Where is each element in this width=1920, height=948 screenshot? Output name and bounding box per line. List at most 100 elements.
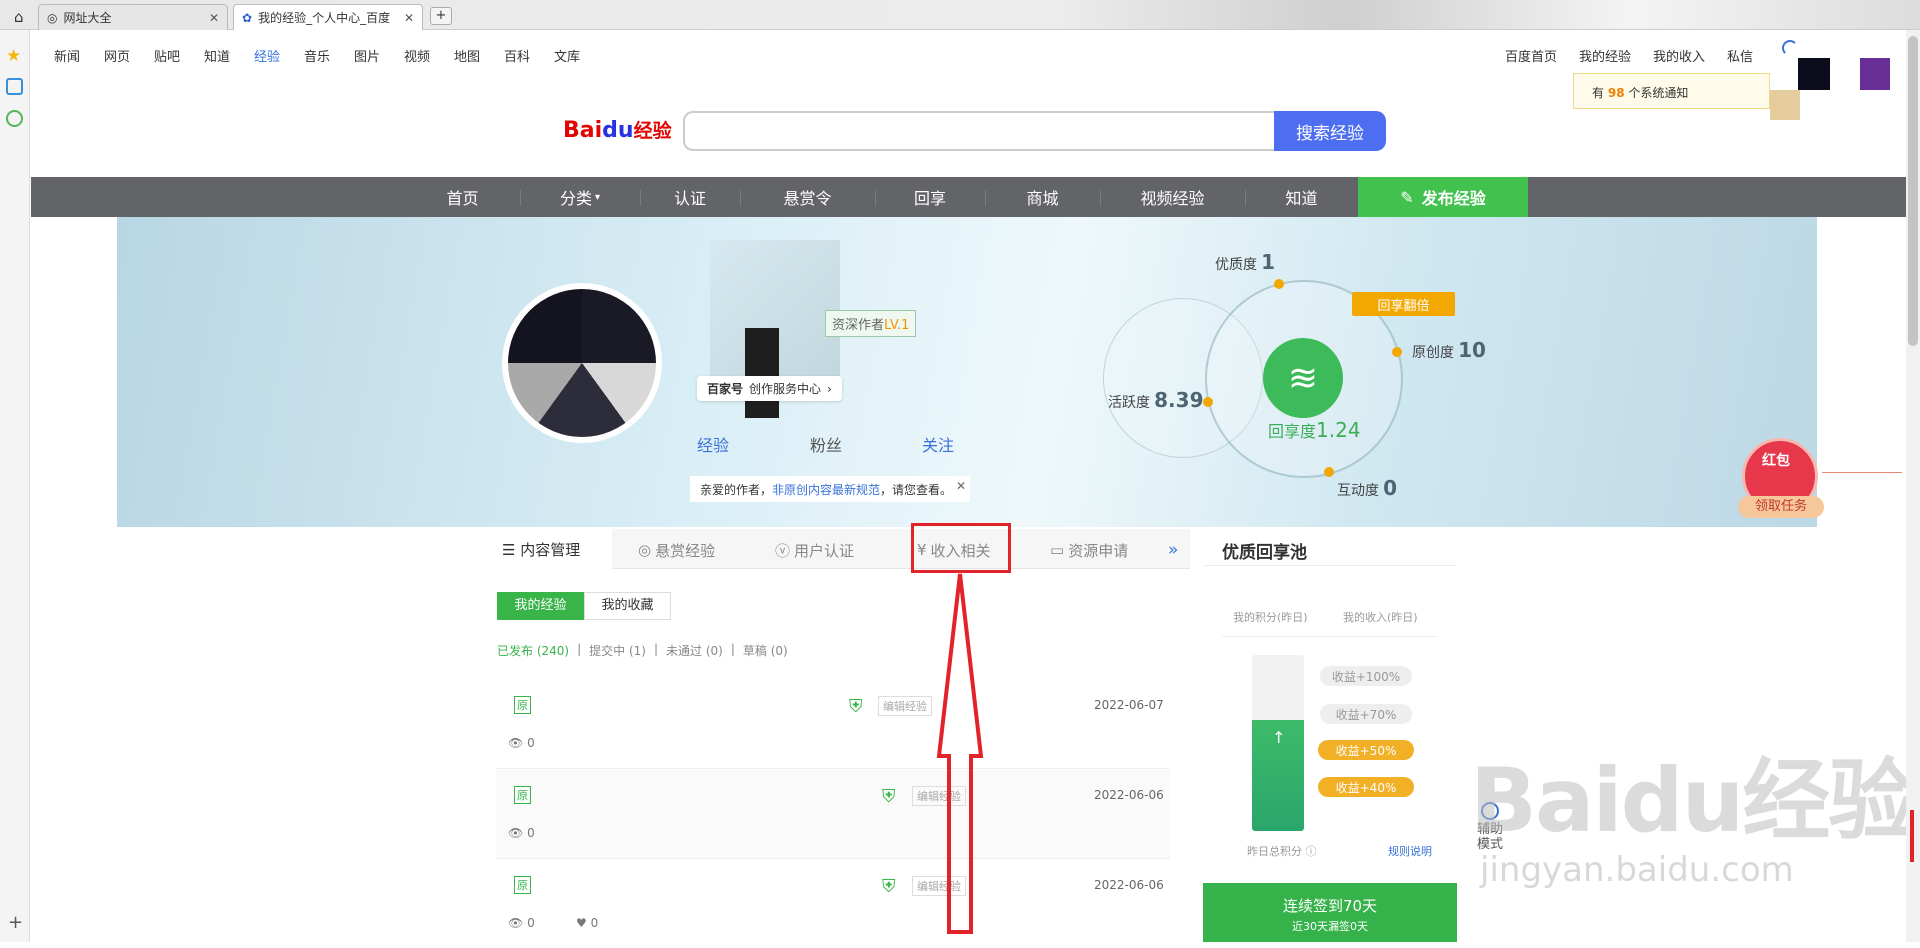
list-item[interactable]: 原 ⛨ 编辑经验 2022-06-06 👁 0 xyxy=(496,770,1170,858)
original-tag: 原 xyxy=(514,786,531,804)
filter-divider: | xyxy=(653,642,659,656)
nav-map[interactable]: 地图 xyxy=(454,46,504,65)
quality-label: 优质度 xyxy=(1215,257,1257,273)
mainnav-share[interactable]: 回享 xyxy=(875,177,985,217)
tab-text: 悬赏经验 xyxy=(655,541,716,560)
search-button[interactable]: 搜索经验 xyxy=(1274,111,1386,151)
close-icon[interactable]: ✕ xyxy=(209,11,219,25)
menu-block[interactable] xyxy=(1860,58,1890,90)
avatar[interactable] xyxy=(502,283,662,443)
pen-icon: ✎ xyxy=(1400,187,1414,207)
activity-value: 8.39 xyxy=(1154,388,1204,412)
nav-music[interactable]: 音乐 xyxy=(304,46,354,65)
filter-published[interactable]: 已发布 (240) xyxy=(497,642,569,659)
nav-news[interactable]: 新闻 xyxy=(54,46,104,65)
signin-button[interactable]: 连续签到70天 近30天漏签0天 xyxy=(1203,883,1457,942)
mainnav-home[interactable]: 首页 xyxy=(405,177,520,217)
experience-link[interactable]: 经验 xyxy=(697,432,729,456)
nav-zhidao[interactable]: 知道 xyxy=(204,46,254,65)
layers-icon[interactable]: ≋ xyxy=(1263,338,1343,418)
tab-content-management[interactable]: ☰ 内容管理 xyxy=(478,529,612,569)
filter-rejected[interactable]: 未通过 (0) xyxy=(666,642,723,659)
redpacket-line xyxy=(1822,472,1902,473)
new-tab-button[interactable]: + xyxy=(430,7,452,25)
filter-draft[interactable]: 草稿 (0) xyxy=(743,642,788,659)
chevron-down-icon: ▾ xyxy=(594,191,601,203)
author-level-badge[interactable]: 资深作者LV.1 xyxy=(825,310,917,337)
baidu-jingyan-logo[interactable]: Baidu经验 xyxy=(563,116,672,143)
list-item[interactable]: 原 ⛨ 编辑经验 2022-06-07 👁 0 xyxy=(496,680,1170,768)
interaction-stat: 互动度 0 xyxy=(1337,476,1397,500)
search-input[interactable] xyxy=(683,111,1275,151)
notes-icon[interactable] xyxy=(6,78,23,95)
tab-bounty[interactable]: ◎ 悬赏经验 xyxy=(638,530,715,570)
nav-wenku[interactable]: 文库 xyxy=(554,46,604,65)
nav-jingyan[interactable]: 经验 xyxy=(254,46,304,65)
quality-value: 1 xyxy=(1261,250,1276,274)
notification-popup[interactable]: 有 98 个系统通知 xyxy=(1573,73,1770,109)
star-icon[interactable]: ★ xyxy=(6,46,21,66)
mainnav-certify[interactable]: 认证 xyxy=(640,177,740,217)
nav-my-experience[interactable]: 我的经验 xyxy=(1579,46,1631,65)
mainnav-bounty[interactable]: 悬赏令 xyxy=(740,177,875,217)
clock-icon[interactable] xyxy=(6,110,23,127)
tab-user-certify[interactable]: ⓥ 用户认证 xyxy=(775,530,854,570)
row-divider xyxy=(496,768,1170,769)
publish-button[interactable]: ✎ 发布经验 xyxy=(1358,177,1528,217)
mainnav-store[interactable]: 商城 xyxy=(985,177,1100,217)
redpacket-task-button[interactable]: 领取任务 xyxy=(1738,496,1824,518)
nav-web[interactable]: 网页 xyxy=(104,46,154,65)
nav-label: 分类 xyxy=(559,189,592,208)
heart-icon[interactable]: ♥ 0 xyxy=(576,916,598,930)
filter-submitting[interactable]: 提交中 (1) xyxy=(589,642,646,659)
nav-tieba[interactable]: 贴吧 xyxy=(154,46,204,65)
help-icon[interactable]: ⓘ xyxy=(1306,845,1317,858)
mainnav-video[interactable]: 视频经验 xyxy=(1100,177,1245,217)
nav-baike[interactable]: 百科 xyxy=(504,46,554,65)
highlight-box xyxy=(911,523,1011,573)
baijiahao-link[interactable]: 百家号 创作服务中心 › xyxy=(697,376,842,401)
follow-link[interactable]: 关注 xyxy=(922,432,954,456)
tab-text: 内容管理 xyxy=(520,541,581,559)
scrollbar-thumb[interactable] xyxy=(1908,36,1918,346)
fans-link[interactable]: 粉丝 xyxy=(810,432,842,456)
home-icon[interactable]: ⌂ xyxy=(14,8,24,26)
redpacket-widget[interactable]: 红包 领取任务 xyxy=(1738,438,1902,518)
double-share-badge[interactable]: 回享翻倍 xyxy=(1352,292,1455,316)
nav-video[interactable]: 视频 xyxy=(404,46,454,65)
income-tier-50: 收益+50% xyxy=(1318,740,1414,760)
edit-button[interactable]: 编辑经验 xyxy=(878,696,932,716)
signin-subtitle: 近30天漏签0天 xyxy=(1292,920,1368,933)
originality-value: 10 xyxy=(1458,338,1486,362)
list-item[interactable]: 原 ⛨ 编辑经验 2022-06-06 👁 0 ♥ 0 xyxy=(496,860,1170,948)
mainnav-category[interactable]: 分类 ▾ xyxy=(520,177,640,217)
tab-resource-apply[interactable]: ▭ 资源申请 xyxy=(1050,530,1128,570)
tip-link[interactable]: 非原创内容最新规范 xyxy=(772,483,880,497)
close-icon[interactable]: ✕ xyxy=(956,479,966,493)
tab-text: 资源申请 xyxy=(1068,541,1129,560)
browser-tab-active[interactable]: ✿ 我的经验_个人中心_百度 ✕ xyxy=(233,4,423,30)
my-favorites-button[interactable]: 我的收藏 xyxy=(584,592,671,620)
browser-tab[interactable]: ◎ 网址大全 ✕ xyxy=(38,4,228,30)
share-label: 回享度 xyxy=(1268,422,1317,441)
interaction-value: 0 xyxy=(1383,476,1398,500)
views-count: 0 xyxy=(527,736,535,750)
nav-my-income[interactable]: 我的收入 xyxy=(1653,46,1705,65)
add-icon[interactable]: + xyxy=(8,912,23,933)
nav-messages[interactable]: 私信 xyxy=(1727,46,1753,65)
row-divider xyxy=(496,858,1170,859)
blurred-block xyxy=(745,328,779,418)
rules-link[interactable]: 规则说明 xyxy=(1388,843,1432,859)
notice-deco xyxy=(1770,90,1800,120)
tabs-more-button[interactable]: » xyxy=(1168,530,1178,570)
nav-baidu-home[interactable]: 百度首页 xyxy=(1505,46,1557,65)
avatar-image xyxy=(508,289,656,437)
tab-text: 用户认证 xyxy=(794,541,855,560)
nav-images[interactable]: 图片 xyxy=(354,46,404,65)
mainnav-zhidao[interactable]: 知道 xyxy=(1245,177,1358,217)
monitor-icon: ▭ xyxy=(1050,541,1065,559)
tip-text: 亲爱的作者， xyxy=(700,483,773,497)
close-icon[interactable]: ✕ xyxy=(404,11,414,25)
avatar-thumb[interactable] xyxy=(1798,58,1830,90)
my-experience-button[interactable]: 我的经验 xyxy=(497,592,584,620)
